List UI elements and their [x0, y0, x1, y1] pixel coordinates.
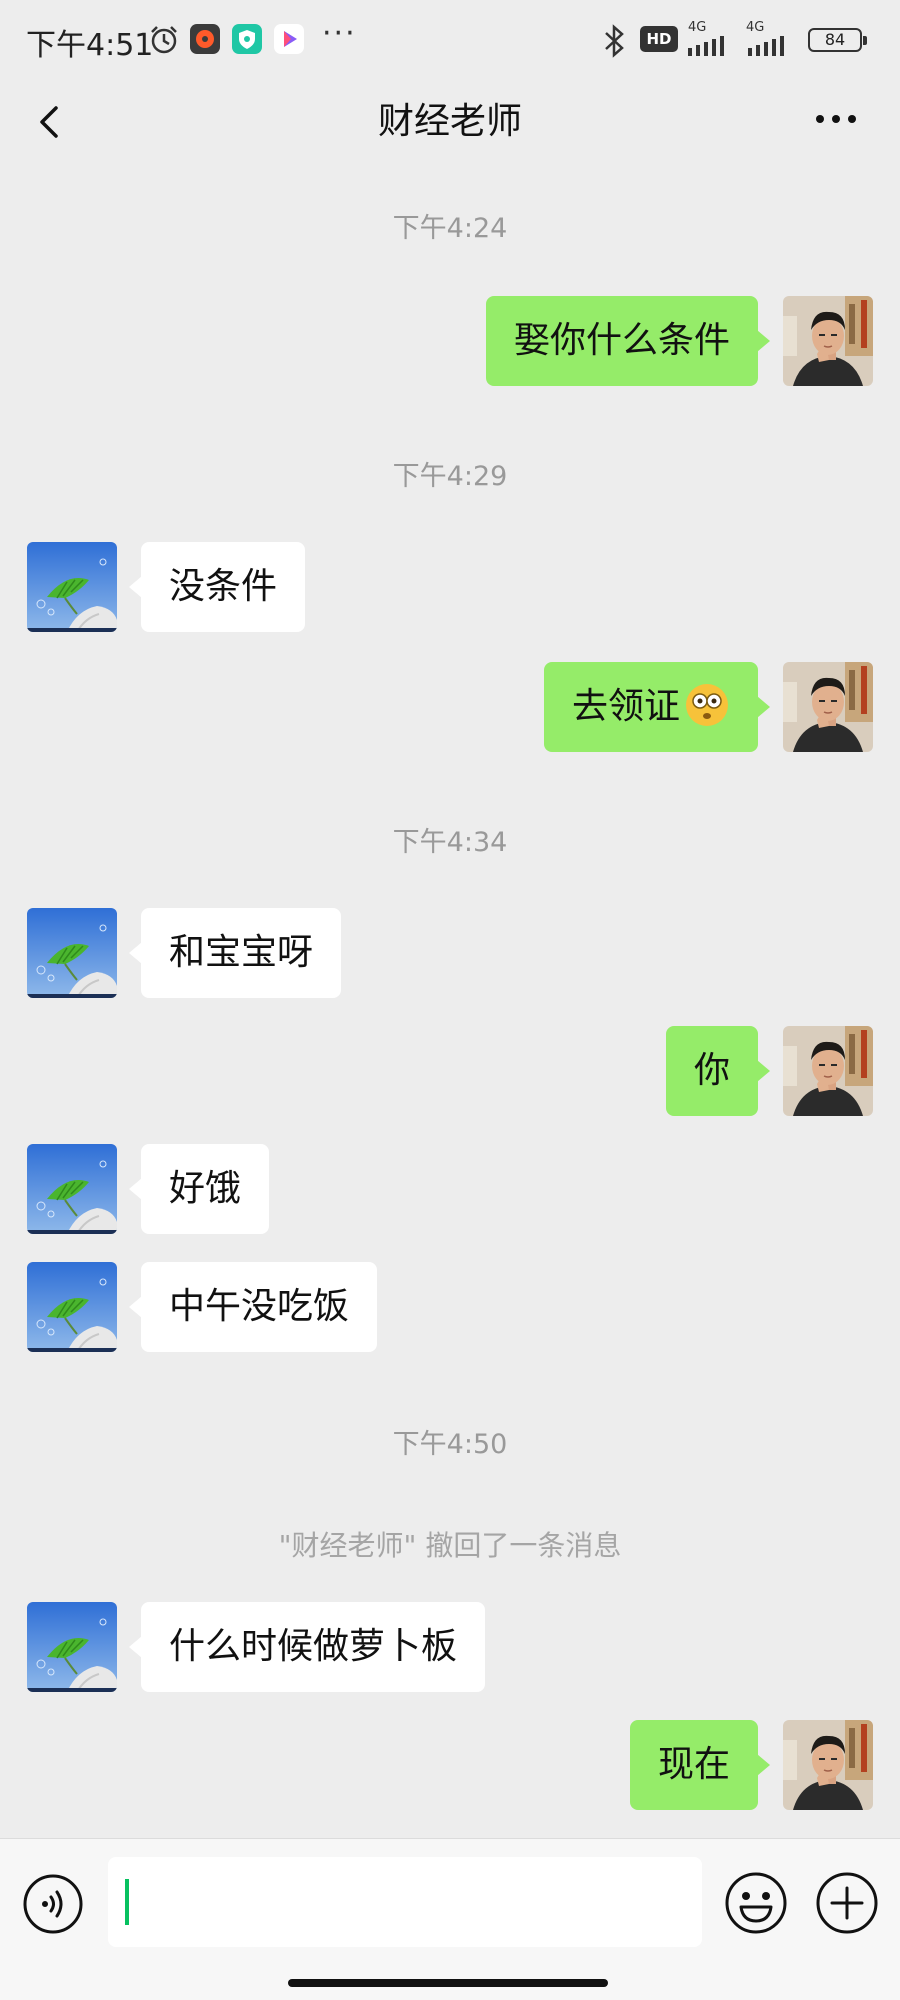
signal-icon [688, 36, 724, 56]
recall-notice: "财经老师" 撤回了一条消息 [278, 1529, 622, 1562]
contact-avatar[interactable] [27, 908, 117, 998]
message-input[interactable] [108, 1857, 702, 1947]
contact-avatar[interactable] [27, 1144, 117, 1234]
more-icon [816, 115, 856, 123]
signal-icon [748, 36, 784, 56]
self-avatar[interactable] [783, 662, 873, 752]
hd-badge: HD [640, 26, 678, 52]
input-bar [0, 1838, 900, 2000]
home-indicator[interactable] [288, 1979, 608, 1987]
emoji-icon [725, 1872, 787, 1934]
chevron-left-icon [40, 106, 58, 138]
message-list[interactable]: 下午4:24 娶你什么条件 下午4:29 没条件 去领证 下午4:34 和宝宝呀… [0, 170, 900, 1838]
flushed-face-emoji-icon [686, 684, 728, 726]
message-bubble-other[interactable]: 好饿 [128, 1144, 270, 1234]
message-bubble-other[interactable]: 没条件 [128, 542, 306, 632]
security-app-icon [232, 24, 262, 54]
contact-avatar[interactable] [27, 1602, 117, 1692]
status-time: 下午4:51 [26, 28, 154, 63]
emoji-button[interactable] [724, 1871, 788, 1935]
self-avatar[interactable] [783, 1026, 873, 1116]
timestamp: 下午4:29 [392, 461, 508, 492]
music-app-icon [190, 24, 220, 54]
voice-icon [23, 1874, 83, 1934]
message-bubble-self[interactable]: 娶你什么条件 [485, 296, 771, 386]
more-notifications-icon: ··· [322, 16, 357, 51]
self-avatar[interactable] [783, 1720, 873, 1810]
timestamp: 下午4:50 [392, 1429, 508, 1460]
chat-header: 财经老师 [0, 80, 900, 170]
contact-avatar[interactable] [27, 1262, 117, 1352]
message-bubble-self[interactable]: 现在 [629, 1720, 771, 1810]
status-bar: 下午4:51 ··· HD 4G 4G 84 [0, 0, 900, 80]
plus-icon [816, 1872, 878, 1934]
video-app-icon [274, 24, 304, 54]
battery-indicator: 84 [808, 28, 867, 52]
back-button[interactable] [22, 90, 76, 150]
message-bubble-other[interactable]: 中午没吃饭 [128, 1262, 378, 1352]
bluetooth-icon [605, 24, 624, 58]
page-title: 财经老师 [377, 101, 522, 142]
message-text: 去领证 [571, 686, 680, 727]
network-label-2: 4G [746, 20, 765, 35]
network-label-1: 4G [688, 20, 707, 35]
self-avatar[interactable] [783, 296, 873, 386]
message-bubble-other[interactable]: 什么时候做萝卜板 [128, 1602, 486, 1692]
more-options-button[interactable] [800, 94, 872, 144]
timestamp: 下午4:34 [392, 827, 508, 858]
text-caret [125, 1879, 129, 1925]
voice-input-button[interactable] [22, 1873, 84, 1935]
add-attachment-button[interactable] [815, 1871, 879, 1935]
message-bubble-self[interactable]: 你 [665, 1026, 771, 1116]
message-bubble-self[interactable]: 去领证 [543, 662, 771, 752]
contact-avatar[interactable] [27, 542, 117, 632]
timestamp: 下午4:24 [392, 213, 508, 244]
alarm-icon [151, 26, 177, 54]
message-bubble-other[interactable]: 和宝宝呀 [128, 908, 342, 998]
